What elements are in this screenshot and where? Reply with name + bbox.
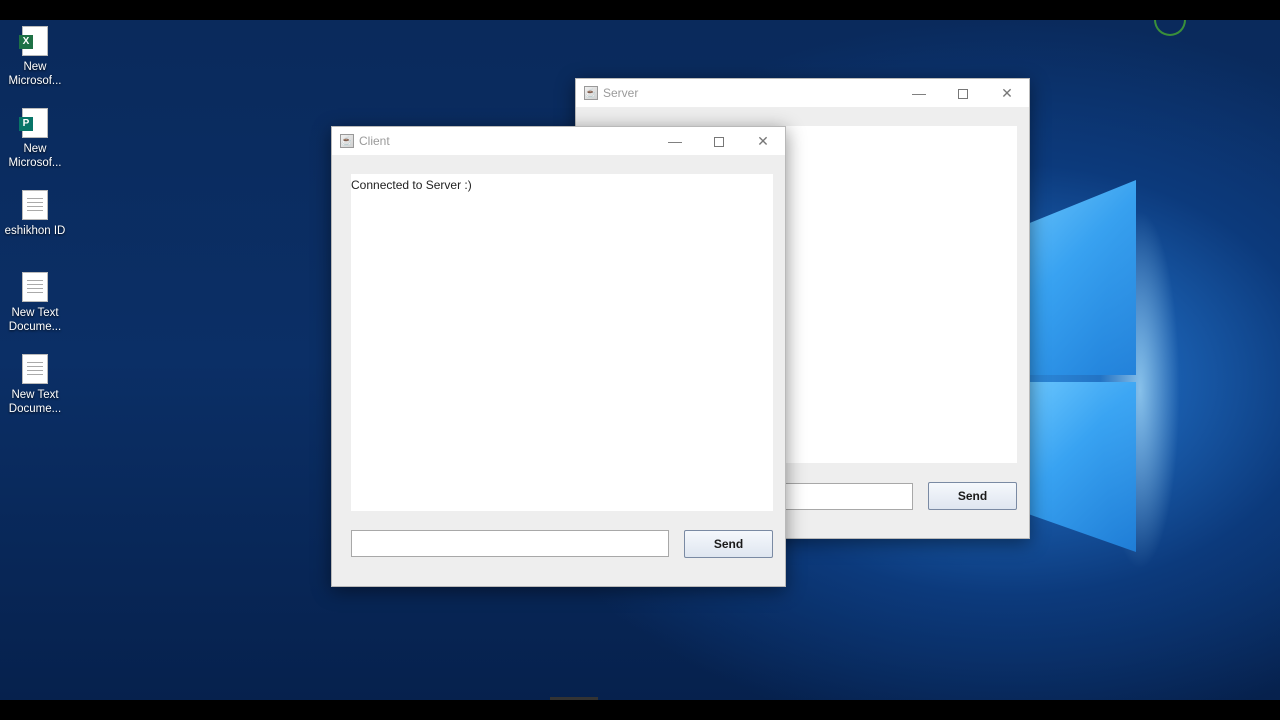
recording-indicator-icon <box>1154 20 1186 36</box>
client-message-input[interactable] <box>351 530 669 557</box>
client-window-title: Client <box>359 134 390 148</box>
desktop-icon-excel[interactable]: X New Microsof... <box>0 26 70 88</box>
maximize-button[interactable] <box>697 127 741 155</box>
bottom-letterbox <box>0 700 1280 720</box>
publisher-file-icon: P <box>19 108 48 138</box>
text-document-icon <box>22 354 48 384</box>
client-window[interactable]: ☕ Client — ✕ Connected to Server :) Send <box>331 126 786 587</box>
desktop-icon-label: Docume... <box>8 321 62 333</box>
desktop-icon-label: New Text <box>11 389 59 401</box>
chat-message: Connected to Server :) <box>351 178 472 192</box>
windows-logo-pane-bottom <box>1030 382 1136 552</box>
maximize-icon <box>958 89 968 100</box>
excel-file-icon: X <box>19 26 48 56</box>
minimize-button[interactable]: — <box>897 79 941 107</box>
desktop-icon-label: New Text <box>11 307 59 319</box>
desktop-icon-eshikhon-id[interactable]: eshikhon ID <box>0 190 70 238</box>
desktop-icon-new-text-2[interactable]: New Text Docume... <box>0 354 70 416</box>
close-button[interactable]: ✕ <box>741 127 785 155</box>
text-document-icon <box>22 272 48 302</box>
maximize-button[interactable] <box>941 79 985 107</box>
desktop-icon-label: Microsof... <box>8 157 62 169</box>
server-titlebar[interactable]: ☕ Server — ✕ <box>576 79 1029 107</box>
desktop-icon-label: Microsof... <box>8 75 62 87</box>
server-send-button[interactable]: Send <box>928 482 1017 510</box>
maximize-icon <box>714 137 724 148</box>
top-letterbox <box>0 0 1280 20</box>
client-chat-area[interactable]: Connected to Server :) <box>351 174 773 511</box>
close-button[interactable]: ✕ <box>985 79 1029 107</box>
windows-logo-pane-top <box>1030 180 1136 375</box>
desktop: X New Microsof... P New Microsof... eshi… <box>0 20 1280 700</box>
minimize-button[interactable]: — <box>653 127 697 155</box>
desktop-icon-publisher[interactable]: P New Microsof... <box>0 108 70 170</box>
desktop-icon-label: Docume... <box>8 403 62 415</box>
java-app-icon: ☕ <box>584 86 598 100</box>
desktop-icon-label: New <box>23 143 47 155</box>
client-titlebar[interactable]: ☕ Client — ✕ <box>332 127 785 155</box>
desktop-icon-new-text-1[interactable]: New Text Docume... <box>0 272 70 334</box>
server-window-title: Server <box>603 86 639 100</box>
video-progress-handle <box>550 697 598 700</box>
client-send-button[interactable]: Send <box>684 530 773 558</box>
desktop-icon-label: eshikhon ID <box>4 225 66 237</box>
java-app-icon: ☕ <box>340 134 354 148</box>
text-document-icon <box>22 190 48 220</box>
desktop-icon-label: New <box>23 61 47 73</box>
